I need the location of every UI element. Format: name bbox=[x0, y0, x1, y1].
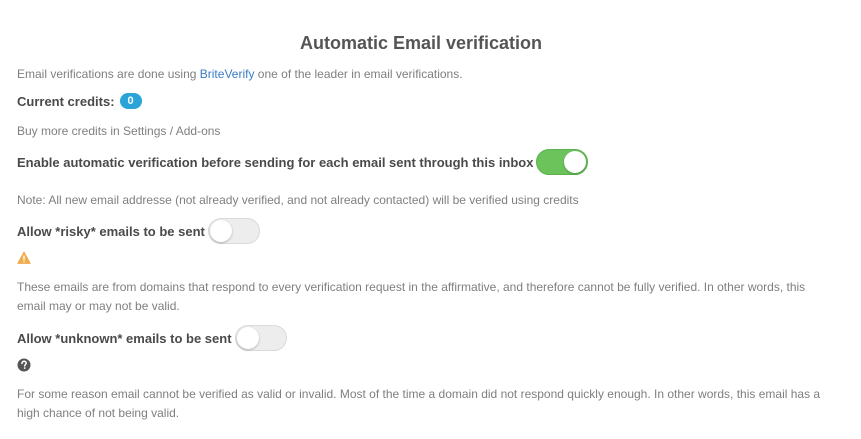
unknown-row: Allow *unknown* emails to be sent bbox=[17, 325, 287, 351]
credits-badge: 0 bbox=[119, 93, 142, 109]
unknown-label: Allow *unknown* emails to be sent bbox=[17, 330, 232, 346]
toggle-knob bbox=[209, 220, 232, 242]
intro-prefix: Email verifications are done using bbox=[17, 67, 200, 81]
risky-row: Allow *risky* emails to be sent bbox=[17, 218, 260, 244]
auto-verify-toggle[interactable] bbox=[536, 149, 589, 175]
auto-verify-row: Enable automatic verification before sen… bbox=[17, 149, 589, 175]
email-verification-panel: Automatic Email verification Email verif… bbox=[0, 0, 861, 439]
auto-verify-label: Enable automatic verification before sen… bbox=[17, 154, 534, 170]
current-credits-row: Current credits: 0 bbox=[17, 93, 142, 109]
unknown-toggle[interactable] bbox=[234, 325, 287, 351]
risky-description: These emails are from domains that respo… bbox=[17, 280, 806, 313]
intro-text: Email verifications are done using Brite… bbox=[17, 67, 463, 81]
page-title: Automatic Email verification bbox=[299, 33, 543, 53]
toggle-knob bbox=[564, 151, 587, 173]
risky-label: Allow *risky* emails to be sent bbox=[17, 223, 205, 239]
briteverify-link[interactable]: BriteVerify bbox=[200, 67, 255, 81]
warning-icon bbox=[17, 251, 31, 265]
toggle-knob bbox=[236, 327, 259, 349]
credits-note: Note: All new email addresse (not alread… bbox=[17, 193, 579, 207]
buy-more-credits-text: Buy more credits in Settings / Add-ons bbox=[17, 124, 221, 138]
intro-suffix: one of the leader in email verifications… bbox=[254, 67, 463, 81]
current-credits-label: Current credits: bbox=[17, 93, 115, 109]
unknown-description: For some reason email cannot be verified… bbox=[17, 387, 821, 420]
risky-toggle[interactable] bbox=[207, 218, 260, 244]
question-circle-icon bbox=[17, 358, 31, 372]
